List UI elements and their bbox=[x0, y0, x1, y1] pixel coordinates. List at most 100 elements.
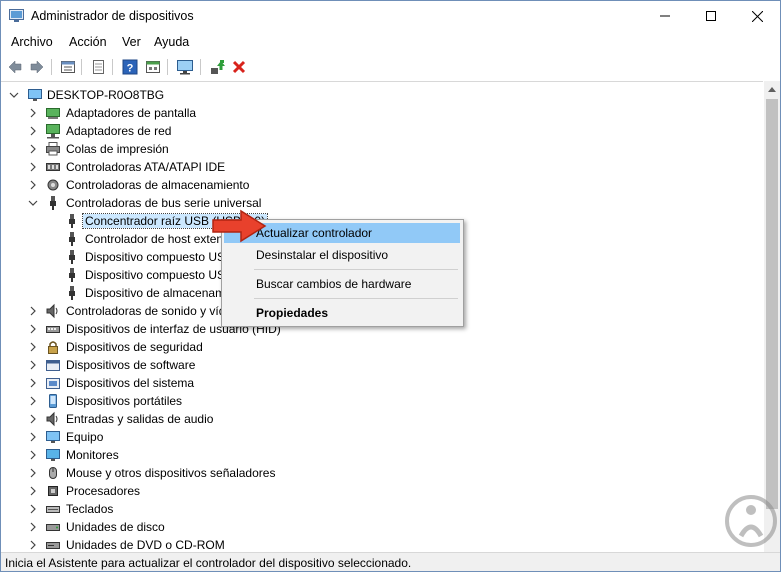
monitor-button[interactable] bbox=[176, 58, 194, 76]
help-button[interactable]: ? bbox=[121, 58, 139, 76]
usb-icon bbox=[50, 196, 56, 210]
chevron-right-icon[interactable] bbox=[28, 522, 38, 532]
update-driver-icon bbox=[211, 60, 225, 74]
menu-archivo[interactable]: Archivo bbox=[11, 35, 53, 49]
back-button[interactable] bbox=[6, 58, 24, 76]
chevron-down-icon[interactable] bbox=[28, 198, 38, 208]
tree-item-label: Controladoras de almacenamiento bbox=[66, 178, 250, 192]
device-manager-app-icon bbox=[9, 9, 24, 22]
usb-icon bbox=[69, 214, 75, 228]
tree-item[interactable]: Monitores bbox=[1, 446, 761, 464]
chevron-down-icon[interactable] bbox=[9, 90, 19, 100]
toolbar-separator bbox=[200, 59, 201, 75]
toolbar-separator bbox=[112, 59, 113, 75]
scroll-up-button[interactable] bbox=[764, 81, 780, 97]
chevron-right-icon[interactable] bbox=[28, 126, 38, 136]
chevron-right-icon[interactable] bbox=[28, 468, 38, 478]
tree-item-label: Equipo bbox=[66, 430, 104, 444]
scan-hardware-menu-item[interactable]: Buscar cambios de hardware bbox=[224, 274, 460, 294]
chevron-right-icon[interactable] bbox=[28, 108, 38, 118]
speaker-icon bbox=[46, 303, 58, 319]
tree-item-label: Procesadores bbox=[66, 484, 141, 498]
tree-item[interactable]: Procesadores bbox=[1, 482, 761, 500]
title-bar[interactable]: Administrador de dispositivos bbox=[1, 1, 780, 31]
tree-item[interactable]: Controladoras de bus serie universal bbox=[1, 194, 761, 212]
tree-item[interactable]: Unidades de disco bbox=[1, 518, 761, 536]
tree-item-label: Unidades de disco bbox=[66, 520, 165, 534]
properties-list-button[interactable] bbox=[59, 58, 77, 76]
status-bar: Inicia el Asistente para actualizar el c… bbox=[1, 552, 780, 571]
tree-item-label: Controladoras ATA/ATAPI IDE bbox=[66, 160, 226, 174]
storage-controller-icon bbox=[47, 179, 59, 191]
chevron-right-icon[interactable] bbox=[28, 162, 38, 172]
hid-icon bbox=[46, 326, 60, 333]
chevron-right-icon[interactable] bbox=[28, 144, 38, 154]
scroll-thumb[interactable] bbox=[766, 99, 778, 509]
chevron-right-icon[interactable] bbox=[28, 342, 38, 352]
chevron-right-icon[interactable] bbox=[28, 486, 38, 496]
chevron-right-icon[interactable] bbox=[28, 306, 38, 316]
tree-item-label: Unidades de DVD o CD-ROM bbox=[66, 538, 225, 552]
view-button[interactable] bbox=[144, 58, 162, 76]
tree-item[interactable]: Dispositivos portátiles bbox=[1, 392, 761, 410]
monitor-icon bbox=[46, 449, 60, 461]
tree-item[interactable]: Dispositivos de software bbox=[1, 356, 761, 374]
usb-icon bbox=[69, 268, 75, 282]
chevron-right-icon[interactable] bbox=[28, 378, 38, 388]
update-driver-button[interactable] bbox=[208, 58, 226, 76]
toolbar: ? bbox=[1, 55, 780, 79]
vertical-scrollbar[interactable] bbox=[764, 81, 780, 552]
computer-icon bbox=[28, 89, 42, 101]
tree-item[interactable]: Dispositivos del sistema bbox=[1, 374, 761, 392]
tree-item[interactable]: Colas de impresión bbox=[1, 140, 761, 158]
tree-item[interactable]: Controladoras ATA/ATAPI IDE bbox=[1, 158, 761, 176]
uninstall-x-icon bbox=[232, 60, 246, 74]
tree-item-label: Dispositivos de seguridad bbox=[66, 340, 203, 354]
chevron-right-icon[interactable] bbox=[28, 540, 38, 550]
uninstall-device-menu-item[interactable]: Desinstalar el dispositivo bbox=[224, 245, 460, 265]
close-button[interactable] bbox=[734, 1, 780, 31]
tree-root[interactable]: DESKTOP-R0O8TBG bbox=[1, 86, 761, 104]
chevron-right-icon[interactable] bbox=[28, 432, 38, 442]
minimize-button[interactable] bbox=[642, 1, 688, 31]
tree-item[interactable]: Controladoras de almacenamiento bbox=[1, 176, 761, 194]
menu-bar: Archivo Acción Ver Ayuda bbox=[1, 32, 780, 54]
menu-accion[interactable]: Acción bbox=[69, 35, 107, 49]
chevron-right-icon[interactable] bbox=[28, 414, 38, 424]
menu-separator bbox=[254, 269, 458, 270]
tree-item-label: Dispositivos del sistema bbox=[66, 376, 195, 390]
forward-button[interactable] bbox=[28, 58, 46, 76]
usb-icon bbox=[69, 286, 75, 300]
chevron-right-icon[interactable] bbox=[28, 396, 38, 406]
toolbar-separator bbox=[167, 59, 168, 75]
tree-item[interactable]: Adaptadores de red bbox=[1, 122, 761, 140]
system-device-icon bbox=[46, 378, 60, 389]
tree-item[interactable]: Mouse y otros dispositivos señaladores bbox=[1, 464, 761, 482]
maximize-button[interactable] bbox=[688, 1, 734, 31]
tree-item-label: Mouse y otros dispositivos señaladores bbox=[66, 466, 276, 480]
tree-item-label: Dispositivos de software bbox=[66, 358, 196, 372]
tree-item[interactable]: Unidades de DVD o CD-ROM bbox=[1, 536, 761, 553]
chevron-right-icon[interactable] bbox=[28, 360, 38, 370]
chevron-right-icon[interactable] bbox=[28, 324, 38, 334]
chevron-right-icon[interactable] bbox=[28, 450, 38, 460]
scan-hardware-icon bbox=[93, 60, 104, 74]
uninstall-button[interactable] bbox=[230, 58, 248, 76]
tree-item[interactable]: Equipo bbox=[1, 428, 761, 446]
red-arrow-icon bbox=[212, 209, 267, 243]
menu-ver[interactable]: Ver bbox=[122, 35, 141, 49]
chevron-right-icon[interactable] bbox=[28, 504, 38, 514]
toolbar-separator bbox=[51, 59, 52, 75]
minimize-icon bbox=[660, 15, 670, 17]
tree-item[interactable]: Teclados bbox=[1, 500, 761, 518]
menu-item-label: Buscar cambios de hardware bbox=[256, 277, 412, 291]
tree-item[interactable]: Entradas y salidas de audio bbox=[1, 410, 761, 428]
tree-item-label: Entradas y salidas de audio bbox=[66, 412, 214, 426]
dvd-drive-icon bbox=[46, 542, 60, 549]
tree-item[interactable]: Dispositivos de seguridad bbox=[1, 338, 761, 356]
properties-menu-item[interactable]: Propiedades bbox=[224, 303, 460, 323]
menu-ayuda[interactable]: Ayuda bbox=[154, 35, 189, 49]
chevron-right-icon[interactable] bbox=[28, 180, 38, 190]
scan-hardware-button[interactable] bbox=[89, 58, 107, 76]
tree-item[interactable]: Adaptadores de pantalla bbox=[1, 104, 761, 122]
